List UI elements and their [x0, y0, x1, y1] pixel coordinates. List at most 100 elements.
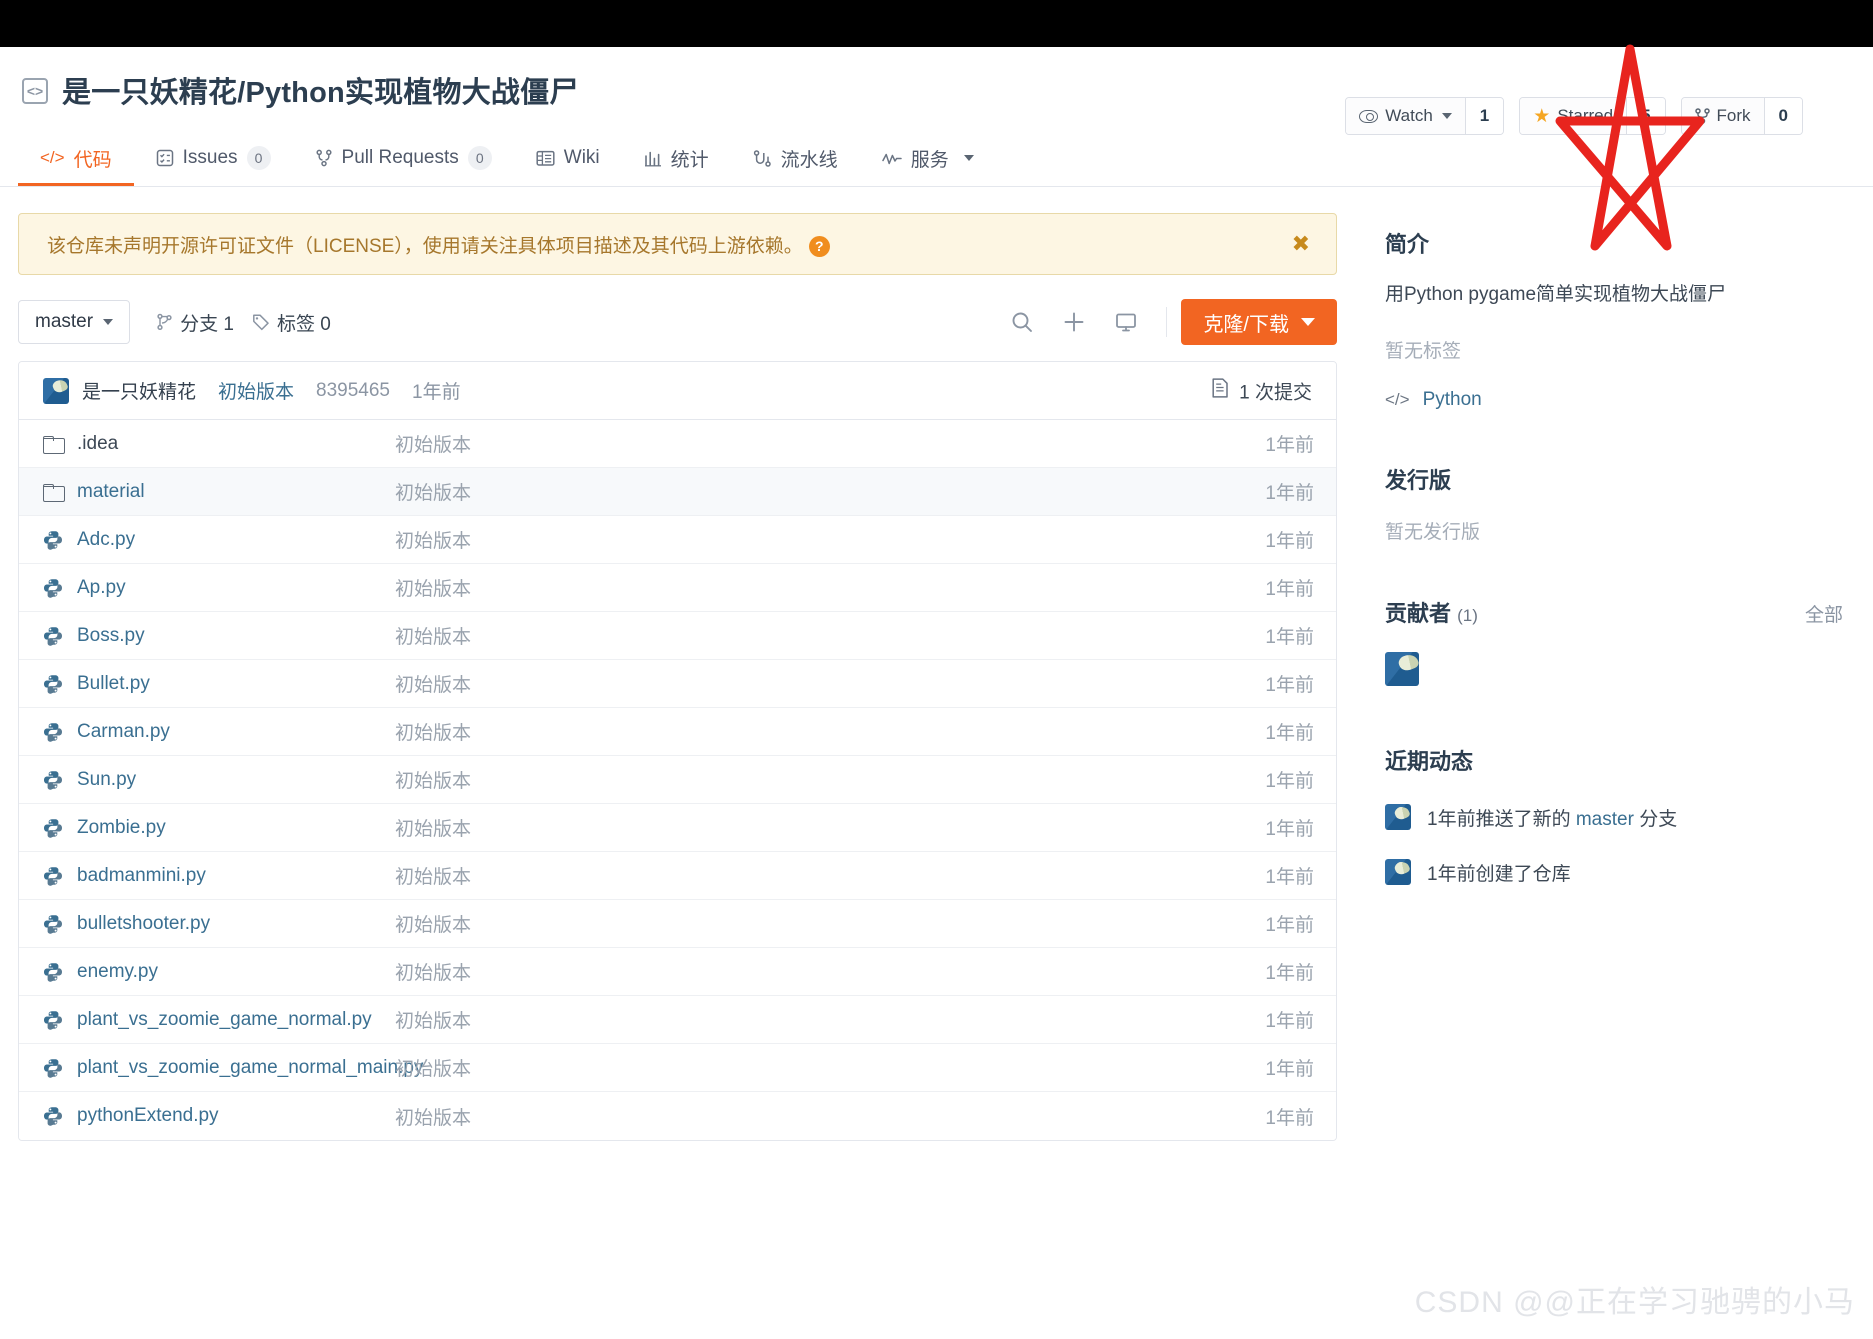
watch-label: Watch [1385, 106, 1433, 125]
file-commit-time: 1年前 [1265, 675, 1314, 696]
tags-link[interactable]: 标签 0 [252, 309, 331, 336]
tab-services-label: 服务 [910, 149, 949, 171]
table-row[interactable]: Adc.py 初始版本 1年前 [19, 516, 1336, 564]
fork-count[interactable]: 0 [1763, 98, 1802, 134]
table-row[interactable]: Boss.py 初始版本 1年前 [19, 612, 1336, 660]
python-file-icon [43, 722, 69, 742]
code-repo-icon: <> [22, 78, 48, 104]
file-commit-message: 初始版本 [395, 1107, 472, 1129]
file-commit-time: 1年前 [1265, 1107, 1314, 1129]
table-row[interactable]: plant_vs_zoomie_game_normal.py 初始版本 1年前 [19, 996, 1336, 1044]
table-row[interactable]: material 初始版本 1年前 [19, 468, 1336, 516]
table-row[interactable]: pythonExtend.py 初始版本 1年前 [19, 1092, 1336, 1140]
language-link[interactable]: </> Python [1385, 389, 1843, 411]
watch-button[interactable]: Watch [1346, 98, 1465, 134]
chevron-down-icon [1441, 113, 1452, 119]
fork-button-group[interactable]: Fork 0 [1680, 97, 1803, 135]
file-commit-message: 初始版本 [395, 915, 472, 936]
file-name-link[interactable]: pythonExtend.py [77, 1105, 395, 1127]
search-icon[interactable] [996, 300, 1048, 344]
tab-pipeline[interactable]: 流水线 [731, 133, 860, 186]
file-commit-message: 初始版本 [395, 579, 472, 600]
monitor-icon[interactable] [1100, 300, 1152, 344]
activity-icon [881, 151, 902, 166]
file-name-link[interactable]: badmanmini.py [77, 865, 395, 887]
tab-wiki[interactable]: Wiki [514, 133, 622, 186]
watch-count[interactable]: 1 [1464, 98, 1504, 134]
tab-pull-requests[interactable]: Pull Requests 0 [293, 133, 514, 186]
file-commit-time: 1年前 [1265, 435, 1314, 456]
tags-label: 标签 0 [276, 313, 331, 335]
table-row[interactable]: badmanmini.py 初始版本 1年前 [19, 852, 1336, 900]
file-name-link[interactable]: .idea [77, 433, 395, 455]
table-row[interactable]: enemy.py 初始版本 1年前 [19, 948, 1336, 996]
activity-list: 1年前推送了新的 master 分支 1年前创建了仓库 [1385, 804, 1843, 886]
file-name-link[interactable]: enemy.py [77, 961, 395, 983]
python-file-icon [43, 674, 69, 694]
table-row[interactable]: bulletshooter.py 初始版本 1年前 [19, 900, 1336, 948]
file-name-link[interactable]: Carman.py [77, 721, 395, 743]
activity-section: 近期动态 1年前推送了新的 master 分支 1年前创建了仓库 [1385, 744, 1843, 886]
table-row[interactable]: Bullet.py 初始版本 1年前 [19, 660, 1336, 708]
tab-services[interactable]: 服务 [860, 133, 996, 186]
commit-sha[interactable]: 8395465 [316, 380, 390, 402]
file-browser: 是一只妖精花 初始版本 8395465 1年前 1 次提交 .idea 初始版本… [18, 361, 1337, 1141]
activity-link[interactable]: master [1576, 809, 1634, 830]
question-mark-icon[interactable]: ? [808, 235, 830, 257]
branches-link[interactable]: 分支 1 [156, 309, 234, 336]
commit-message[interactable]: 初始版本 [218, 377, 294, 404]
file-name-link[interactable]: bulletshooter.py [77, 913, 395, 935]
table-row[interactable]: .idea 初始版本 1年前 [19, 420, 1336, 468]
file-name-link[interactable]: Sun.py [77, 769, 395, 791]
top-black-bar [0, 0, 1873, 47]
star-button[interactable]: ★ Starred [1520, 98, 1627, 134]
python-file-icon [43, 866, 69, 886]
main-column: 该仓库未声明开源许可证文件（LICENSE），使用请关注具体项目描述及其代码上游… [0, 187, 1355, 1141]
star-count[interactable]: 5 [1626, 98, 1665, 134]
watch-button-group[interactable]: Watch 1 [1345, 97, 1505, 135]
table-row[interactable]: Sun.py 初始版本 1年前 [19, 756, 1336, 804]
file-commit-time: 1年前 [1265, 1059, 1314, 1080]
file-name-link[interactable]: plant_vs_zoomie_game_normal.py [77, 1009, 395, 1031]
tab-statistics[interactable]: 统计 [622, 133, 731, 186]
contributors-section: 贡献者 (1) 全部 [1385, 596, 1843, 686]
avatar[interactable] [1385, 804, 1411, 830]
commit-author[interactable]: 是一只妖精花 [82, 377, 196, 404]
avatar[interactable] [1385, 651, 1419, 686]
file-name-link[interactable]: Ap.py [77, 577, 395, 599]
contributors-all-link[interactable]: 全部 [1805, 600, 1843, 627]
table-row[interactable]: Carman.py 初始版本 1年前 [19, 708, 1336, 756]
code-icon: </> [40, 148, 65, 167]
table-row[interactable]: plant_vs_zoomie_game_normal_main.py 初始版本 1… [19, 1044, 1336, 1092]
tab-code[interactable]: </> 代码 [18, 133, 134, 186]
file-name-link[interactable]: Bullet.py [77, 673, 395, 695]
commit-time: 1年前 [412, 382, 461, 403]
table-row[interactable]: Zombie.py 初始版本 1年前 [19, 804, 1336, 852]
contributor-avatars [1385, 651, 1843, 686]
file-name-link[interactable]: Zombie.py [77, 817, 395, 839]
fork-label: Fork [1716, 106, 1751, 125]
tab-issues[interactable]: Issues 0 [134, 133, 293, 186]
file-commit-time: 1年前 [1265, 723, 1314, 744]
file-name-link[interactable]: plant_vs_zoomie_game_normal_main.py [77, 1057, 423, 1079]
fork-button[interactable]: Fork [1681, 98, 1764, 134]
file-name-link[interactable]: Adc.py [77, 529, 395, 551]
clone-download-button[interactable]: 克隆/下载 [1181, 299, 1337, 345]
python-file-icon [43, 530, 69, 550]
file-name-link[interactable]: Boss.py [77, 625, 395, 647]
plus-icon[interactable] [1048, 300, 1100, 344]
language-label: Python [1422, 388, 1482, 410]
file-commit-message: 初始版本 [395, 675, 472, 696]
avatar[interactable] [1385, 859, 1411, 885]
file-commit-message: 初始版本 [395, 723, 472, 744]
table-row[interactable]: Ap.py 初始版本 1年前 [19, 564, 1336, 612]
csdn-watermark: CSDN @@正在学习驰骋的小马 [1414, 1286, 1855, 1319]
close-icon[interactable]: ✖ [1292, 231, 1310, 257]
avatar[interactable] [43, 377, 69, 404]
star-button-group[interactable]: ★ Starred 5 [1519, 97, 1666, 135]
file-name-link[interactable]: material [77, 481, 395, 503]
python-file-icon [43, 1058, 69, 1078]
branch-selector[interactable]: master [18, 300, 131, 344]
chevron-down-icon [963, 155, 974, 161]
commit-count-link[interactable]: 1 次提交 [1210, 377, 1312, 404]
